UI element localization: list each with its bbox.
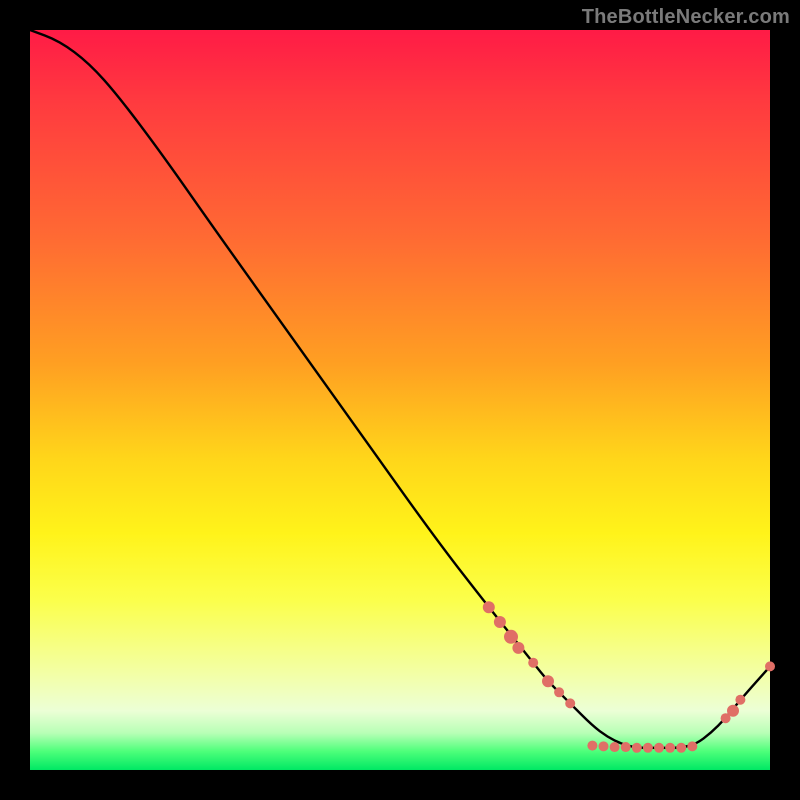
data-point xyxy=(727,705,739,717)
data-point xyxy=(483,601,495,613)
data-point xyxy=(587,741,597,751)
chart-svg xyxy=(30,30,770,770)
data-point xyxy=(554,687,564,697)
data-point xyxy=(765,661,775,671)
data-point xyxy=(504,630,518,644)
data-point xyxy=(621,742,631,752)
data-point xyxy=(610,742,620,752)
data-point xyxy=(632,743,642,753)
watermark-text: TheBottleNecker.com xyxy=(582,6,790,29)
data-point xyxy=(676,743,686,753)
data-point xyxy=(494,616,506,628)
plot-area xyxy=(30,30,770,770)
data-point xyxy=(512,642,524,654)
data-point xyxy=(565,698,575,708)
data-point xyxy=(687,741,697,751)
data-point xyxy=(643,743,653,753)
curve-group xyxy=(30,30,770,748)
chart-stage: TheBottleNecker.com xyxy=(0,0,800,800)
highlight-points xyxy=(483,601,775,753)
data-point xyxy=(665,743,675,753)
data-point xyxy=(735,695,745,705)
bottleneck-curve xyxy=(30,30,770,748)
data-point xyxy=(599,741,609,751)
data-point xyxy=(654,743,664,753)
data-point xyxy=(528,658,538,668)
data-point xyxy=(542,675,554,687)
